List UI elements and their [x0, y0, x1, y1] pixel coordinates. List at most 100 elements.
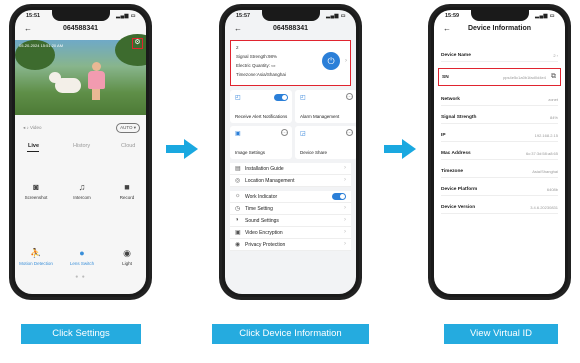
video-timestamp: 05-20-2024 15:51:20 AM — [19, 43, 64, 48]
phone-settings: 15:57 ▂▄▆ ▭ ← 064588341 2 Signal Strengt… — [219, 4, 362, 300]
row-device-platform: Device Platform 6408b — [441, 184, 558, 196]
chevron-right-icon: › — [345, 58, 347, 64]
row-timezone: Timezone Asia/Shanghai — [441, 166, 558, 178]
status-time: 15:51 — [26, 13, 41, 19]
settings-button[interactable]: ⚙ — [132, 38, 143, 49]
tile-image-settings[interactable]: ▣ … Image Settings — [230, 126, 292, 159]
alert-toggle[interactable] — [274, 94, 288, 101]
signal-battery-icon: ▂▄▆ ▭ — [535, 13, 555, 19]
lens-switch-button[interactable]: ● Lens Switch — [67, 248, 97, 266]
menu-work-indicator[interactable]: ☼ Work Indicator — [230, 191, 351, 203]
signal-battery-icon: ▂▄▆ ▭ — [116, 13, 136, 19]
more-icon[interactable]: … — [346, 129, 353, 136]
indicator-icon: ☼ — [235, 193, 241, 199]
lens-icon: ● — [79, 248, 85, 258]
video-record-icon: ■ — [124, 182, 130, 192]
device-name: 2 — [236, 45, 239, 50]
status-time: 15:59 — [445, 13, 460, 19]
tile-device-share[interactable]: ◲ … Device Share — [295, 126, 356, 159]
chevron-right-icon: › — [344, 165, 346, 171]
sn-row: SN pps4e5c1a0b1fad0d4e4 ⧉ — [438, 68, 561, 86]
row-device-version: Device Version 3.4.6.20230831 — [441, 202, 558, 214]
image-icon: ▣ — [235, 131, 241, 137]
microphone-icon: ♫ — [78, 182, 86, 192]
camera-icon: ◙ — [33, 182, 39, 192]
menu-installation-guide[interactable]: ▤ Installation Guide › — [230, 163, 351, 175]
step-label-settings: Click Settings — [21, 324, 141, 344]
share-icon: ◲ — [300, 131, 306, 137]
settings-screen: 15:57 ▂▄▆ ▭ ← 064588341 2 Signal Strengt… — [225, 10, 356, 294]
sn-value: pps4e5c1a0b1fad0d4e4 — [503, 75, 546, 80]
book-icon: ▤ — [235, 166, 241, 172]
menu-privacy-protection[interactable]: ◉ Privacy Protection › — [230, 239, 351, 251]
row-mac-address: Mac Address 6c:37:3d:58:a8:65 — [441, 148, 558, 160]
menu-video-encryption[interactable]: ▣ Video Encryption › — [230, 227, 351, 239]
tab-history[interactable]: History — [73, 143, 90, 149]
motion-icon: ⛹ — [30, 248, 42, 258]
tile-alarm-management[interactable]: ◰ … Alarm Management — [295, 90, 356, 123]
battery-icon: ▭ — [271, 63, 276, 68]
record-button[interactable]: ■ Record — [112, 182, 142, 200]
chevron-right-icon: › — [344, 241, 346, 247]
arrow-icon — [384, 139, 416, 159]
gear-icon: ⚙ — [134, 39, 141, 46]
notch — [51, 10, 110, 21]
sound-icon: ◑ — [235, 217, 239, 223]
row-device-name[interactable]: Device Name 2 › — [441, 50, 558, 62]
chevron-right-icon: › — [344, 177, 346, 183]
row-signal-strength: Signal Strength 84% — [441, 112, 558, 124]
page-dots: ● ● — [75, 274, 86, 280]
menu-time-setting[interactable]: ◷ Time Setting › — [230, 203, 351, 215]
dog-figure — [49, 72, 81, 93]
active-tab-indicator — [27, 151, 39, 153]
chevron-right-icon: › — [344, 229, 346, 235]
notch — [261, 10, 320, 21]
privacy-icon: ◉ — [235, 242, 241, 248]
tab-cloud[interactable]: Cloud — [121, 143, 135, 149]
signal-strength: Signal Strength:98% — [236, 54, 278, 59]
screenshot-button[interactable]: ◙ Screenshot — [21, 182, 51, 200]
step-label-device-information: Click Device Information — [212, 324, 369, 344]
volume-control[interactable]: ◂ ♪ Video — [23, 125, 41, 131]
device-information-card[interactable]: 2 Signal Strength:98% Electric Quantity:… — [230, 40, 351, 86]
electric-quantity: Electric Quantity: ▭ — [236, 63, 276, 68]
tile-receive-alert[interactable]: ◰ Receive Alert Notifications — [230, 90, 292, 123]
phone-live-view: 15:51 ▂▄▆ ▭ ← 064588341 05-20-2024 15:51… — [9, 4, 152, 300]
timezone: Timezone:Asia/Shanghai — [236, 72, 286, 77]
menu-sound-settings[interactable]: ◑ Sound Settings › — [230, 215, 351, 227]
location-icon: ◎ — [235, 178, 241, 184]
intercom-button[interactable]: ♫ Intercom — [67, 182, 97, 200]
page-title: Device Information — [467, 25, 531, 32]
light-button[interactable]: ◉ Light — [112, 248, 142, 266]
light-icon: ◉ — [123, 248, 131, 258]
status-time: 15:57 — [236, 13, 251, 19]
camera-video-feed[interactable]: 05-20-2024 15:51:20 AM — [15, 34, 146, 115]
quality-select[interactable]: AUTO ▾ — [116, 123, 140, 133]
arrow-icon — [166, 139, 198, 159]
row-network: Network zonet — [441, 94, 558, 106]
copy-icon[interactable]: ⧉ — [551, 73, 556, 81]
work-indicator-toggle[interactable] — [332, 193, 346, 200]
motion-detection-button[interactable]: ⛹ Motion Detection — [17, 248, 55, 266]
chevron-right-icon: › — [344, 205, 346, 211]
menu-location-management[interactable]: ◎ Location Management › — [230, 175, 351, 187]
device-information-screen: 15:59 ▂▄▆ ▭ ← Device Information Device … — [434, 10, 565, 294]
phone-device-information: 15:59 ▂▄▆ ▭ ← Device Information Device … — [428, 4, 571, 300]
step-label-virtual-id: View Virtual ID — [444, 324, 558, 344]
live-view-screen: 15:51 ▂▄▆ ▭ ← 064588341 05-20-2024 15:51… — [15, 10, 146, 294]
page-title: 064588341 — [272, 25, 309, 32]
page-title: 064588341 — [62, 25, 99, 32]
more-icon[interactable]: … — [281, 129, 288, 136]
chevron-right-icon: › — [344, 217, 346, 223]
clock-icon: ◷ — [235, 206, 241, 212]
lock-icon: ▣ — [235, 230, 241, 236]
bell-icon: ◰ — [235, 95, 241, 101]
tab-live[interactable]: Live — [28, 143, 39, 149]
device-icon: ⏻ — [322, 52, 340, 70]
girl-figure — [87, 62, 105, 100]
menu-group-b: ☼ Work Indicator ◷ Time Setting › ◑ Soun… — [230, 191, 351, 251]
more-icon[interactable]: … — [346, 93, 353, 100]
view-tabs: Live History Cloud — [15, 141, 146, 155]
menu-group-a: ▤ Installation Guide › ◎ Location Manage… — [230, 163, 351, 187]
alarm-icon: ◰ — [300, 95, 306, 101]
